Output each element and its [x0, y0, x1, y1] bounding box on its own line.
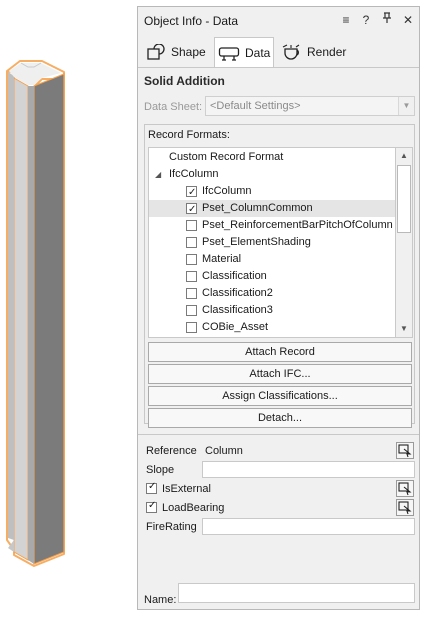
tab-data-label: Data	[245, 45, 271, 60]
record-format-item[interactable]: ◢ IfcColumn	[149, 166, 395, 183]
column-object[interactable]	[0, 0, 136, 617]
record-format-item[interactable]: Material	[149, 251, 395, 268]
reference-value: Column	[205, 445, 243, 457]
data-sheet-label: Data Sheet:	[144, 101, 203, 113]
drawing-canvas[interactable]	[0, 0, 136, 617]
record-format-label: Classification3	[202, 304, 273, 316]
record-formats-label: Record Formats:	[148, 129, 230, 141]
record-format-label: COBie_Asset	[202, 321, 269, 333]
record-format-label: Classification	[202, 270, 267, 282]
tab-render-label: Render	[307, 45, 347, 59]
record-format-checkbox[interactable]	[186, 271, 197, 282]
slope-label: Slope	[146, 464, 175, 476]
record-format-item[interactable]: Pset_ReinforcementBarPitchOfColumn	[149, 217, 395, 234]
help-icon[interactable]: ?	[358, 12, 374, 28]
pin-icon[interactable]	[379, 12, 395, 28]
record-format-checkbox[interactable]	[186, 288, 197, 299]
record-format-checkbox[interactable]	[186, 220, 197, 231]
load-bearing-checkbox[interactable]: ✓	[146, 500, 157, 513]
check-icon: ✓	[188, 204, 197, 215]
record-format-item[interactable]: Pset_ElementShading	[149, 234, 395, 251]
scroll-down-icon[interactable]: ▼	[396, 321, 412, 337]
record-formats-scrollbar[interactable]: ▲ ▼	[396, 147, 413, 338]
load-bearing-label: LoadBearing	[162, 502, 225, 514]
record-formats-group: Record Formats: Custom Record Format ◢ Ifc…	[144, 124, 415, 428]
record-format-item[interactable]: ✓ IfcColumn	[149, 183, 395, 200]
data-sheet-select[interactable]: <Default Settings> ▼	[205, 96, 415, 116]
record-format-checkbox[interactable]: ✓	[186, 186, 197, 198]
record-format-item[interactable]: Classification3	[149, 302, 395, 319]
record-format-checkbox[interactable]	[186, 322, 197, 333]
data-sheet-value: <Default Settings>	[210, 100, 301, 112]
record-format-label: Pset_ReinforcementBarPitchOfColumn	[202, 219, 393, 231]
record-format-label: Pset_ColumnCommon	[202, 202, 313, 214]
record-format-label: Pset_ElementShading	[202, 236, 311, 248]
render-icon	[280, 44, 302, 60]
reference-label: Reference	[146, 445, 197, 457]
record-format-checkbox[interactable]	[186, 254, 197, 265]
record-formats-list[interactable]: Custom Record Format ◢ IfcColumn ✓ IfcColumn…	[148, 147, 396, 338]
expand-caret-icon[interactable]: ◢	[155, 166, 161, 183]
tab-shape-label: Shape	[171, 45, 206, 59]
object-info-palette: Object Info - Data ≡ ? ✕ Shape Data Rend…	[137, 6, 420, 610]
record-format-label: IfcColumn	[202, 185, 252, 197]
is-external-label: IsExternal	[162, 483, 211, 495]
section-divider	[138, 434, 419, 435]
record-format-checkbox[interactable]: ✓	[186, 203, 197, 215]
detach-button[interactable]: Detach...	[148, 408, 412, 428]
record-format-label: Material	[202, 253, 242, 265]
load-bearing-picker-icon[interactable]	[396, 499, 414, 516]
scroll-thumb[interactable]	[397, 165, 411, 233]
object-type-title: Solid Addition	[144, 74, 225, 88]
palette-tabs: Shape Data Render	[138, 37, 419, 67]
record-format-item[interactable]: ✓ Pset_ColumnCommon	[149, 200, 395, 217]
record-format-label: IfcColumn	[169, 168, 219, 180]
data-icon	[218, 45, 240, 61]
tab-shape[interactable]: Shape	[146, 37, 208, 67]
record-format-checkbox[interactable]	[186, 305, 197, 316]
record-format-item[interactable]: Classification	[149, 268, 395, 285]
record-format-item[interactable]: Classification2	[149, 285, 395, 302]
chevron-down-icon: ▼	[398, 97, 414, 115]
tab-data[interactable]: Data	[214, 37, 274, 67]
is-external-checkbox[interactable]: ✓	[146, 481, 157, 494]
menu-icon[interactable]: ≡	[338, 12, 354, 28]
close-icon[interactable]: ✕	[400, 12, 416, 28]
shape-icon	[146, 44, 166, 60]
attach-record-button[interactable]: Attach Record	[148, 342, 412, 362]
name-label: Name:	[144, 594, 177, 606]
scroll-up-icon[interactable]: ▲	[396, 148, 412, 164]
palette-titlebar[interactable]: Object Info - Data ≡ ? ✕	[138, 7, 419, 33]
palette-title: Object Info - Data	[144, 14, 239, 28]
record-format-label: Classification2	[202, 287, 273, 299]
reference-picker-icon[interactable]	[396, 442, 414, 459]
data-tab-content: Solid Addition Data Sheet: <Default Sett…	[138, 67, 419, 609]
is-external-picker-icon[interactable]	[396, 480, 414, 497]
fire-rating-input[interactable]	[202, 518, 415, 535]
record-format-label: Custom Record Format	[169, 151, 284, 163]
fire-rating-label: FireRating	[146, 521, 197, 533]
record-format-item[interactable]: COBie_Asset	[149, 319, 395, 336]
record-format-checkbox[interactable]	[186, 237, 197, 248]
tab-render[interactable]: Render	[280, 37, 350, 67]
slope-input[interactable]	[202, 461, 415, 478]
record-format-item[interactable]: Custom Record Format	[149, 149, 395, 166]
name-input[interactable]	[178, 583, 415, 603]
assign-classifications-button[interactable]: Assign Classifications...	[148, 386, 412, 406]
attach-ifc-button[interactable]: Attach IFC...	[148, 364, 412, 384]
check-icon: ✓	[188, 187, 197, 198]
